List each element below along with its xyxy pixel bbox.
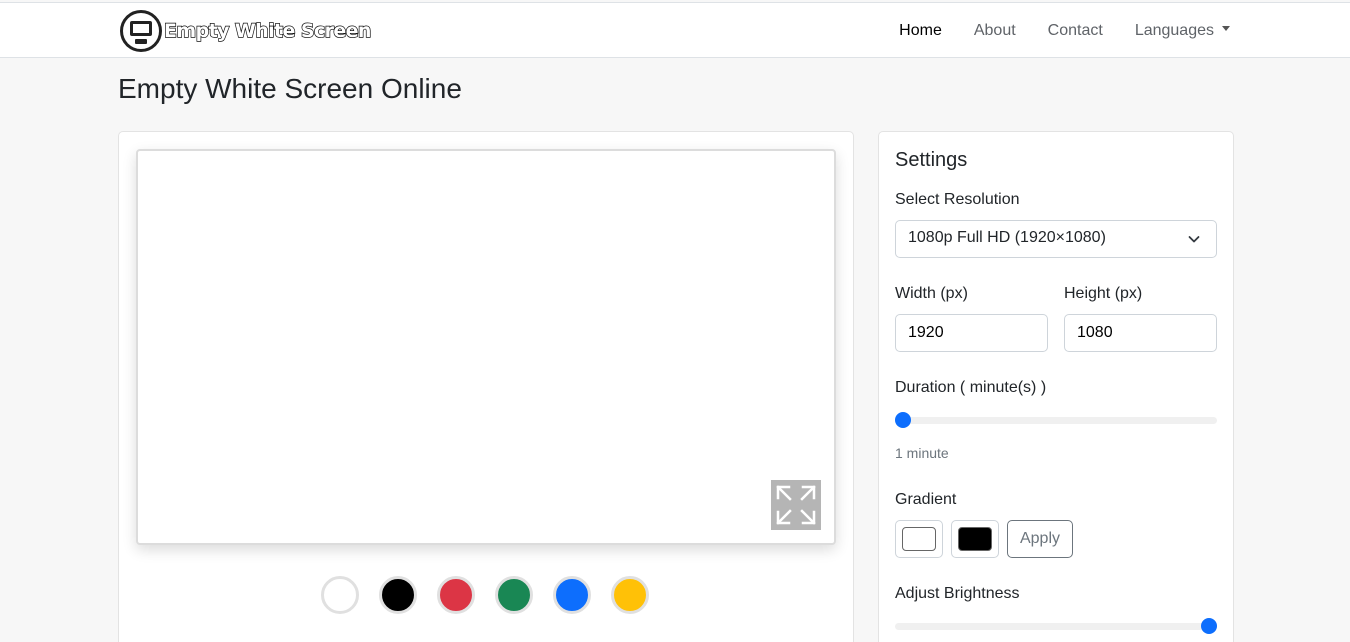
fullscreen-icon	[776, 485, 816, 525]
brightness-label: Adjust Brightness	[895, 585, 1020, 602]
resolution-select[interactable]: 1080p Full HD (1920×1080)	[895, 220, 1217, 258]
nav-links: Home About Contact Languages	[867, 3, 1230, 59]
caret-down-icon	[1222, 26, 1230, 32]
preview-card	[118, 131, 854, 642]
color-swatch-1[interactable]	[321, 576, 359, 614]
color-swatches	[321, 576, 669, 614]
gradient-start-color-picker[interactable]	[895, 520, 943, 558]
color-swatch-5[interactable]	[553, 576, 591, 614]
nav-languages-dropdown[interactable]: Languages	[1135, 22, 1230, 40]
nav-home[interactable]: Home	[899, 22, 942, 40]
duration-label: Duration ( minute(s) )	[895, 379, 1047, 396]
color-swatch-4[interactable]	[495, 576, 533, 614]
nav-about[interactable]: About	[974, 22, 1016, 40]
settings-title: Settings	[895, 149, 968, 171]
gradient-end-color-picker[interactable]	[951, 520, 999, 558]
gradient-end-swatch	[958, 527, 992, 551]
resolution-selected-value: 1080p Full HD (1920×1080)	[908, 229, 1106, 246]
chevron-down-icon	[1188, 236, 1200, 243]
nav-languages-label: Languages	[1134, 22, 1214, 39]
brand-link[interactable]: Empty White Screen	[120, 9, 372, 53]
duration-value: 1 minute	[895, 445, 949, 461]
color-swatch-2[interactable]	[379, 576, 417, 614]
gradient-label: Gradient	[895, 491, 957, 508]
color-swatch-6[interactable]	[611, 576, 649, 614]
screen-preview[interactable]	[136, 149, 836, 545]
apply-gradient-button[interactable]: Apply	[1007, 520, 1073, 558]
width-label: Width (px)	[895, 285, 968, 302]
brand-name: Empty White Screen	[163, 19, 372, 42]
monitor-logo-icon	[120, 10, 162, 52]
color-swatch-3[interactable]	[437, 576, 475, 614]
height-label: Height (px)	[1064, 285, 1143, 302]
nav-contact[interactable]: Contact	[1048, 22, 1103, 40]
height-input[interactable]	[1064, 314, 1217, 352]
brightness-slider-track	[895, 623, 1217, 630]
brightness-slider[interactable]	[895, 616, 1217, 636]
duration-slider-track	[895, 417, 1217, 424]
settings-card: Settings Select Resolution 1080p Full HD…	[878, 131, 1234, 642]
navbar: Empty White Screen Home About Contact La…	[0, 2, 1350, 58]
fullscreen-button[interactable]	[771, 480, 821, 530]
duration-slider-thumb[interactable]	[895, 412, 911, 428]
page-title: Empty White Screen Online	[118, 73, 462, 104]
resolution-label: Select Resolution	[895, 191, 1020, 208]
brightness-slider-thumb[interactable]	[1201, 618, 1217, 634]
gradient-start-swatch	[902, 527, 936, 551]
duration-slider[interactable]	[895, 410, 1217, 430]
width-input[interactable]	[895, 314, 1048, 352]
